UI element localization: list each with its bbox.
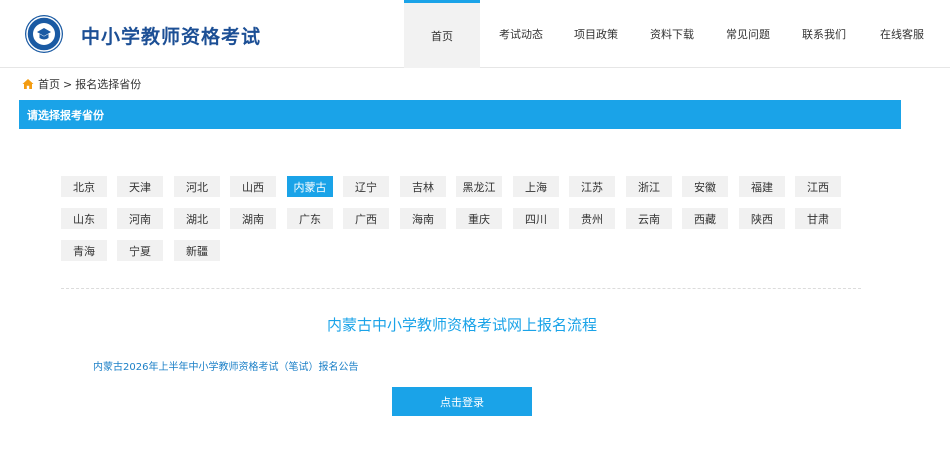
nav-home[interactable]: 首页 <box>404 0 480 68</box>
province-button[interactable]: 陕西 <box>739 208 785 229</box>
province-button[interactable]: 黑龙江 <box>456 176 502 197</box>
province-button[interactable]: 上海 <box>513 176 559 197</box>
province-button[interactable]: 江苏 <box>569 176 615 197</box>
province-button-selected[interactable]: 内蒙古 <box>287 176 333 197</box>
province-button[interactable]: 安徽 <box>682 176 728 197</box>
login-button[interactable]: 点击登录 <box>392 387 532 416</box>
breadcrumb-current: 报名选择省份 <box>75 78 142 91</box>
province-button[interactable]: 海南 <box>400 208 446 229</box>
province-button[interactable]: 宁夏 <box>117 240 163 261</box>
registration-notice-link[interactable]: 内蒙古2026年上半年中小学教师资格考试（笔试）报名公告 <box>93 358 358 373</box>
province-button[interactable]: 浙江 <box>626 176 672 197</box>
nav-faq[interactable]: 常见问题 <box>715 0 781 68</box>
site-title[interactable]: 中小学教师资格考试 <box>81 22 261 49</box>
dashed-divider <box>61 288 861 289</box>
province-button[interactable]: 山东 <box>61 208 107 229</box>
province-button[interactable]: 云南 <box>626 208 672 229</box>
province-button[interactable]: 新疆 <box>174 240 220 261</box>
breadcrumb: 首页 > 报名选择省份 <box>22 76 141 92</box>
province-button[interactable]: 山西 <box>230 176 276 197</box>
home-icon[interactable] <box>22 78 34 90</box>
breadcrumb-home-link[interactable]: 首页 <box>38 76 60 92</box>
top-navigation-bar: 中小学教师资格考试 首页 考试动态 项目政策 资料下载 常见问题 联系我们 在线… <box>0 0 950 68</box>
nav-project-policy[interactable]: 项目政策 <box>563 0 629 68</box>
province-button[interactable]: 北京 <box>61 176 107 197</box>
province-button[interactable]: 贵州 <box>569 208 615 229</box>
province-button[interactable]: 青海 <box>61 240 107 261</box>
breadcrumb-separator: > <box>63 77 73 91</box>
province-button[interactable]: 广东 <box>287 208 333 229</box>
province-button[interactable]: 湖北 <box>174 208 220 229</box>
province-button[interactable]: 江西 <box>795 176 841 197</box>
registration-flow-title: 内蒙古中小学教师资格考试网上报名流程 <box>326 316 597 334</box>
province-button[interactable]: 西藏 <box>682 208 728 229</box>
province-button[interactable]: 吉林 <box>400 176 446 197</box>
province-button[interactable]: 广西 <box>343 208 389 229</box>
province-button[interactable]: 福建 <box>739 176 785 197</box>
province-button[interactable]: 河北 <box>174 176 220 197</box>
province-button[interactable]: 天津 <box>117 176 163 197</box>
province-button[interactable]: 重庆 <box>456 208 502 229</box>
province-button[interactable]: 辽宁 <box>343 176 389 197</box>
nav-downloads[interactable]: 资料下载 <box>639 0 705 68</box>
panel-header: 请选择报考省份 <box>19 100 901 129</box>
province-button[interactable]: 四川 <box>513 208 559 229</box>
province-button[interactable]: 甘肃 <box>795 208 841 229</box>
nav-contact-us[interactable]: 联系我们 <box>791 0 857 68</box>
nav-exam-news[interactable]: 考试动态 <box>486 0 556 68</box>
nav-online-service[interactable]: 在线客服 <box>867 0 937 68</box>
site-logo-icon[interactable] <box>25 15 63 53</box>
province-button[interactable]: 河南 <box>117 208 163 229</box>
province-button[interactable]: 湖南 <box>230 208 276 229</box>
panel-title: 请选择报考省份 <box>27 108 104 122</box>
